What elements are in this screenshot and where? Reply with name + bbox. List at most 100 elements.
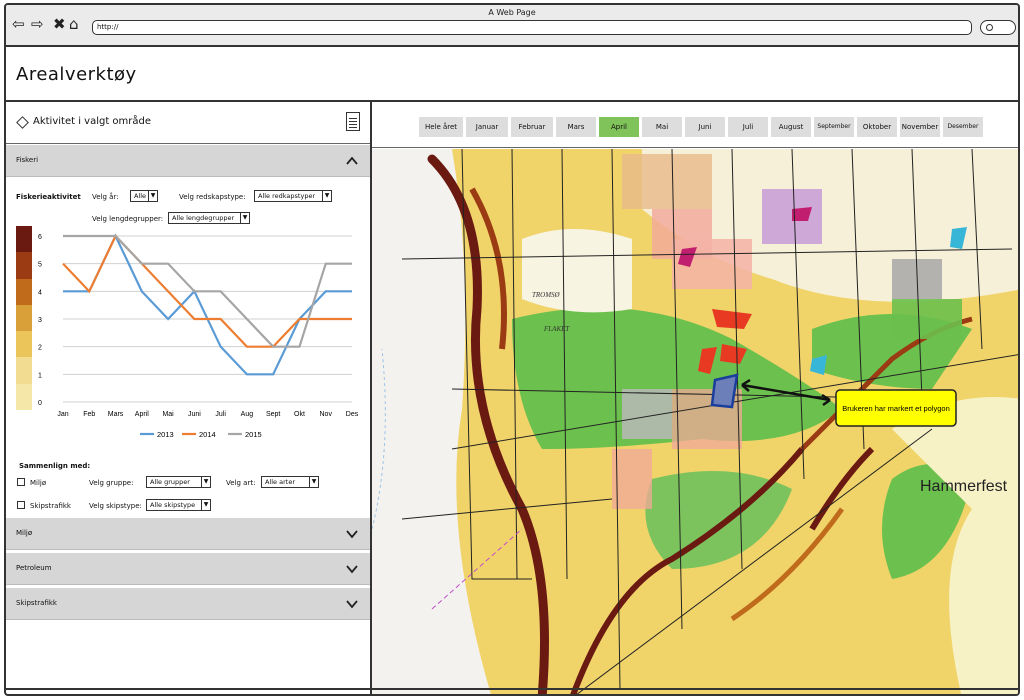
y-tick-label: 0 [38, 400, 42, 407]
legend-label: 2014 [199, 430, 216, 439]
gear-label: Velg redskapstype: [179, 193, 246, 201]
x-tick-label: Feb [83, 411, 95, 418]
chevron-down-icon: ▼ [148, 191, 157, 201]
chevron-down-icon: ▼ [240, 213, 249, 223]
fiskeri-heading: Fiskerieaktivitet [16, 193, 81, 201]
year-select[interactable]: Alle ▼ [130, 190, 158, 202]
search-box[interactable] [980, 20, 1016, 35]
species-label: Velg art: [226, 479, 256, 487]
status-bar [6, 688, 1018, 694]
year-label: Velg år: [92, 193, 119, 201]
accordion-miljo[interactable]: Miljø [6, 518, 370, 550]
map-label-tromso: TROMSØ [532, 291, 561, 299]
length-label: Velg lengdegrupper: [92, 215, 164, 223]
chevron-up-icon[interactable] [346, 155, 358, 167]
legend-label: 2013 [157, 430, 174, 439]
gear-select[interactable]: Alle redkapstyper ▼ [254, 190, 332, 202]
accordion-label: Skipstrafikk [16, 599, 57, 607]
forward-icon[interactable]: ⇨ [31, 17, 44, 32]
map-callout: Brukeren har markert et polygon [842, 404, 950, 413]
group-label: Velg gruppe: [89, 479, 134, 487]
x-tick-label: Des [346, 411, 359, 418]
browser-window: A Web Page ⇦ ⇨ ✖ ⌂ http:// Arealverktøy … [4, 3, 1020, 696]
legend-label: 2015 [245, 430, 262, 439]
x-tick-label: Mai [162, 411, 174, 418]
compare-heading: Sammenlign med: [19, 462, 91, 470]
length-select[interactable]: Alle lengdegrupper ▼ [168, 212, 250, 224]
x-tick-label: Sept [266, 411, 280, 418]
x-tick-label: Jan [57, 411, 68, 418]
shiptype-value: Alle skipstype [150, 501, 196, 509]
back-icon[interactable]: ⇦ [12, 17, 25, 32]
chevron-down-icon: ▼ [201, 500, 210, 510]
map-label-flaket: FLAKET [543, 325, 570, 333]
month-button[interactable]: Mars [556, 117, 596, 137]
month-selector: Hele året Januar Februar Mars April Mai Juni Ju… [372, 102, 1018, 148]
chevron-down-icon[interactable] [346, 563, 358, 575]
x-tick-label: April [135, 411, 149, 418]
month-button[interactable]: Desember [943, 117, 983, 137]
shiptype-label: Velg skipstype: [89, 502, 142, 510]
map-view[interactable]: Brukeren har markert et polygon Hammerfe… [372, 149, 1020, 696]
browser-chrome: A Web Page ⇦ ⇨ ✖ ⌂ http:// [6, 5, 1018, 47]
x-tick-label: Mars [108, 411, 124, 418]
skipstrafikk-checkbox[interactable] [17, 501, 25, 509]
map-place-label: Hammerfest [920, 478, 1008, 495]
search-icon [986, 24, 993, 31]
document-icon[interactable] [346, 112, 360, 131]
chevron-down-icon[interactable] [346, 598, 358, 610]
month-button[interactable]: Januar [466, 117, 508, 137]
accordion-petroleum[interactable]: Petroleum [6, 553, 370, 585]
accordion-skipstrafikk[interactable]: Skipstrafikk [6, 588, 370, 620]
chevron-down-icon: ▼ [201, 477, 210, 487]
map-panel: Hele året Januar Februar Mars April Mai Juni Ju… [372, 102, 1020, 696]
miljo-checkbox[interactable] [17, 478, 25, 486]
url-bar[interactable]: http:// [92, 20, 972, 35]
chevron-down-icon: ▼ [322, 191, 331, 201]
x-tick-label: Juni [188, 411, 201, 418]
x-tick-label: Aug [241, 411, 254, 418]
group-value: Alle grupper [150, 478, 190, 486]
accordion-fiskeri[interactable]: Fiskeri [6, 145, 370, 177]
y-tick-label: 5 [38, 262, 42, 269]
app-header: Arealverktøy [6, 47, 1018, 102]
group-select[interactable]: Alle grupper ▼ [146, 476, 211, 488]
length-value: Alle lengdegrupper [172, 214, 235, 222]
month-button[interactable]: Februar [511, 117, 553, 137]
chevron-down-icon[interactable] [346, 528, 358, 540]
y-tick-label: 4 [38, 289, 42, 296]
x-tick-label: Nov [320, 411, 333, 418]
month-button[interactable]: August [771, 117, 811, 137]
browser-title: A Web Page [488, 8, 536, 17]
chevron-down-icon: ▼ [309, 477, 318, 487]
y-tick-label: 2 [38, 345, 42, 352]
month-button[interactable]: Oktober [857, 117, 897, 137]
skipstrafikk-label: Skipstrafikk [30, 502, 71, 510]
species-select[interactable]: Alle arter ▼ [261, 476, 319, 488]
accordion-label: Fiskeri [16, 156, 39, 164]
home-icon[interactable]: ⌂ [69, 17, 79, 32]
month-button[interactable]: Mai [642, 117, 682, 137]
month-button[interactable]: Juni [685, 117, 725, 137]
miljo-label: Miljø [30, 479, 47, 487]
y-tick-label: 1 [38, 372, 42, 379]
shiptype-select[interactable]: Alle skipstype ▼ [146, 499, 211, 511]
month-button[interactable]: Hele året [419, 117, 463, 137]
app-title: Arealverktøy [16, 64, 137, 85]
species-value: Alle arter [265, 478, 295, 486]
month-button[interactable]: April [599, 117, 639, 137]
diamond-icon [16, 116, 29, 129]
accordion-label: Miljø [16, 529, 33, 537]
x-tick-label: Okt [294, 411, 305, 418]
y-tick-label: 6 [38, 234, 42, 241]
month-button[interactable]: Juli [728, 117, 768, 137]
month-button[interactable]: September [814, 117, 854, 137]
activity-chart: 6 5 4 3 2 1 0 Jan Feb Mars April Mai Juni Juli Aug Sept… [38, 233, 359, 439]
month-button[interactable]: November [900, 117, 940, 137]
close-icon[interactable]: ✖ [53, 17, 66, 32]
panel-title: Aktivitet i valgt område [33, 116, 152, 127]
panel-header: Aktivitet i valgt område [6, 102, 370, 144]
x-tick-label: Juli [215, 411, 226, 418]
activity-panel: Aktivitet i valgt område Fiskeri Fiskeri… [6, 102, 372, 694]
gear-value: Alle redkapstyper [258, 192, 316, 200]
